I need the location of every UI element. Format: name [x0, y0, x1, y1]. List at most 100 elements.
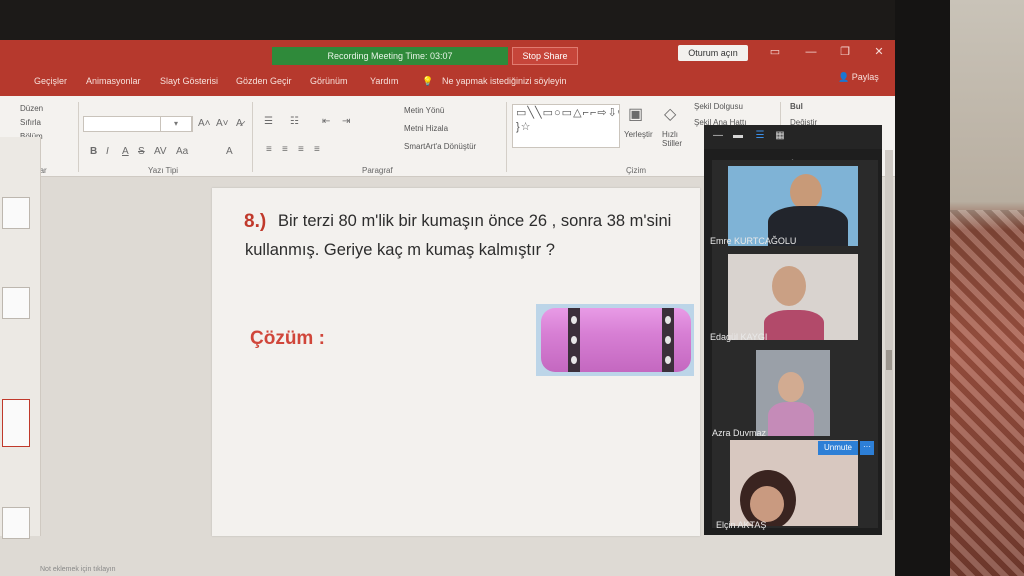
group-font-label: Yazı Tipi: [148, 166, 179, 175]
minimize-panel-icon[interactable]: —: [712, 130, 724, 142]
title-bar: Recording Meeting Time: 03:07 Stop Share…: [0, 40, 895, 70]
tell-me-search[interactable]: Ne yapmak istediğinizi söyleyin: [442, 76, 567, 86]
scrollbar-thumb[interactable]: [886, 350, 892, 370]
slide-thumbnail[interactable]: [2, 287, 30, 319]
justify-icon[interactable]: ≡: [314, 144, 320, 155]
question-text[interactable]: Bir terzi 80 m'lik bir kumaşın önce 26 ,…: [245, 207, 675, 265]
indent-icon[interactable]: ⇤: [322, 116, 330, 127]
arrange-icon[interactable]: ▣: [628, 104, 643, 124]
underline-icon[interactable]: A: [122, 146, 129, 157]
participant-video: [728, 166, 858, 246]
stop-share-button[interactable]: Stop Share: [512, 47, 578, 65]
bold-icon[interactable]: B: [90, 146, 97, 157]
ribbon-separator: [252, 102, 253, 172]
arrange-button[interactable]: Yerleştir: [624, 130, 653, 139]
band-ornament: [665, 356, 671, 364]
participant-name: Edagül KAYGI: [710, 332, 768, 342]
char-spacing-icon[interactable]: AV: [154, 146, 167, 157]
font-color-icon[interactable]: A: [226, 146, 233, 157]
signin-button[interactable]: Oturum açın: [678, 45, 748, 61]
minimize-icon[interactable]: —: [800, 43, 822, 61]
participant-tile[interactable]: [712, 252, 878, 344]
notes-status[interactable]: Not eklemek için tıklayın: [40, 566, 440, 576]
quick-styles-icon[interactable]: ◇: [664, 104, 676, 124]
strike-icon[interactable]: S: [138, 146, 145, 157]
gallery-view-icon[interactable]: ▦: [774, 130, 786, 142]
ribbon-separator: [78, 102, 79, 172]
align-center-icon[interactable]: ≡: [282, 144, 288, 155]
menu-view[interactable]: Görünüm: [310, 76, 348, 86]
slide-thumbnails-pane[interactable]: [0, 137, 41, 539]
single-view-icon[interactable]: ▬: [732, 130, 744, 142]
ribbon-separator: [506, 102, 507, 172]
menu-review[interactable]: Gözden Geçir: [236, 76, 292, 86]
shape-fill-button[interactable]: Şekil Dolgusu: [694, 102, 743, 111]
participant-name: Emre KURTCAĞOLU: [710, 236, 797, 246]
unmute-button[interactable]: Unmute: [818, 441, 858, 455]
reset-button[interactable]: Sıfırla: [20, 118, 41, 127]
align-left-icon[interactable]: ≡: [266, 144, 272, 155]
participant-face: [778, 372, 804, 402]
maximize-icon[interactable]: ❐: [834, 43, 856, 61]
question-number[interactable]: 8.): [244, 211, 266, 233]
menu-transitions[interactable]: Geçişler: [34, 76, 67, 86]
slide-thumbnail[interactable]: [2, 197, 30, 229]
bullets-icon[interactable]: ☰: [264, 116, 273, 127]
participant-face: [790, 174, 822, 210]
band-ornament: [665, 336, 671, 344]
group-drawing-label: Çizim: [626, 166, 646, 175]
background-sofa: [950, 210, 1024, 576]
monitor-bezel-right: [895, 0, 950, 576]
band-ornament: [571, 356, 577, 364]
participant-video: [728, 254, 858, 340]
share-button[interactable]: 👤 Paylaş: [838, 72, 879, 83]
menu-help[interactable]: Yardım: [370, 76, 398, 86]
text-direction-button[interactable]: Metin Yönü: [404, 106, 444, 115]
meeting-recording-banner[interactable]: Recording Meeting Time: 03:07: [272, 47, 508, 65]
numbering-icon[interactable]: ☷: [290, 116, 299, 127]
participant-face: [750, 486, 784, 522]
align-text-button[interactable]: Metni Hizala: [404, 124, 448, 133]
shrink-font-icon[interactable]: A˅: [216, 118, 229, 129]
fabric-band: [662, 308, 674, 372]
smartart-button[interactable]: SmartArt'a Dönüştür: [404, 142, 476, 151]
share-label: Paylaş: [851, 72, 879, 82]
ribbon-display-icon[interactable]: ▭: [764, 43, 786, 61]
participant-video: [756, 350, 830, 436]
band-ornament: [571, 336, 577, 344]
lightbulb-icon[interactable]: 💡: [422, 76, 433, 87]
outdent-icon[interactable]: ⇥: [342, 116, 350, 127]
font-size-input[interactable]: ▾: [160, 116, 192, 132]
panel-toolbar: — ▬ ☰ ▦: [704, 125, 882, 149]
participant-tile[interactable]: [712, 344, 878, 436]
change-case-icon[interactable]: Aa: [176, 146, 188, 157]
slide-thumbnail[interactable]: [2, 507, 30, 539]
group-paragraph-label: Paragraf: [362, 166, 393, 175]
menu-bar: Geçişler Animasyonlar Slayt Gösterisi Gö…: [0, 70, 895, 96]
band-ornament: [571, 316, 577, 324]
layout-button[interactable]: Düzen: [20, 104, 43, 113]
vertical-scrollbar[interactable]: [885, 150, 893, 520]
italic-icon[interactable]: I: [106, 146, 109, 157]
quick-styles-button[interactable]: Hızlı Stiller: [662, 130, 690, 148]
participant-name: Elçin AKTAŞ: [716, 520, 767, 530]
band-ornament: [665, 316, 671, 324]
slide-thumbnail-selected[interactable]: [2, 399, 30, 447]
find-button[interactable]: Bul: [790, 102, 803, 111]
strip-view-icon[interactable]: ☰: [754, 130, 766, 142]
menu-slideshow[interactable]: Slayt Gösterisi: [160, 76, 218, 86]
participant-face: [772, 266, 806, 306]
grow-font-icon[interactable]: A˄: [198, 118, 211, 129]
close-icon[interactable]: ✕: [868, 43, 890, 61]
align-right-icon[interactable]: ≡: [298, 144, 304, 155]
clear-format-icon[interactable]: A̷: [236, 118, 243, 129]
person-icon: 👤: [838, 72, 852, 82]
menu-animations[interactable]: Animasyonlar: [86, 76, 141, 86]
solution-label[interactable]: Çözüm :: [250, 328, 325, 350]
more-options-button[interactable]: ···: [860, 441, 874, 455]
participant-body: [764, 310, 824, 340]
fabric-band: [568, 308, 580, 372]
participant-body: [768, 402, 814, 436]
monitor-bezel: [0, 0, 1024, 40]
shapes-gallery[interactable]: ▭╲╲▭○▭△⌐⌐⇨⇩⬠⌒╮{ }☆: [512, 104, 620, 148]
